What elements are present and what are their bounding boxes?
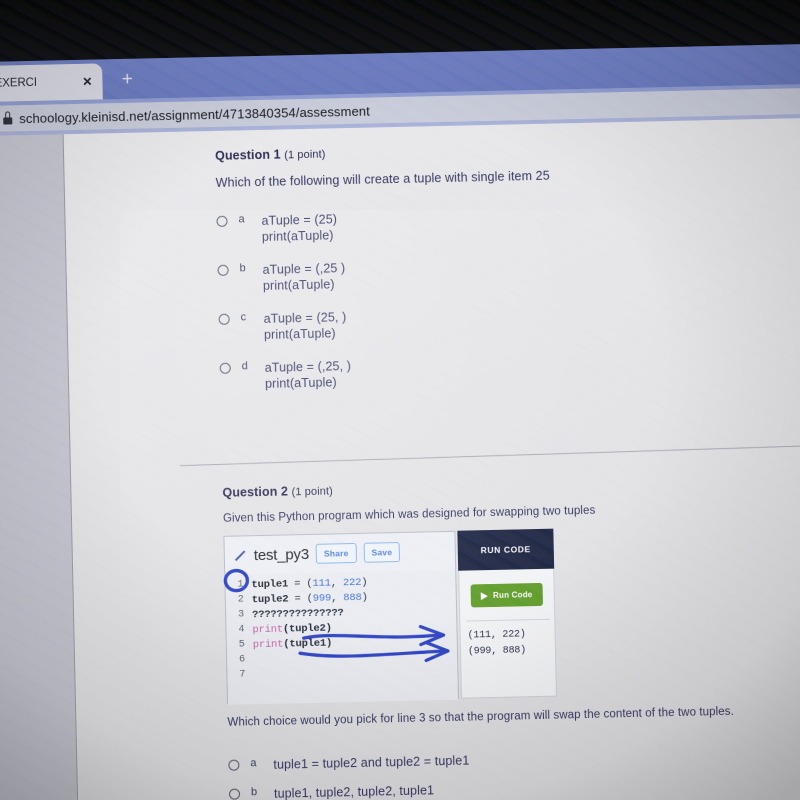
question-1-option-a[interactable]: a aTuple = (25) print(aTuple) [216, 201, 800, 246]
code-token: , [330, 576, 344, 590]
question-1-prompt: Which of the following will create a tup… [215, 168, 550, 190]
question-1-points: (1 point) [284, 148, 326, 162]
question-2-option-b[interactable]: b tuple1, tuple2, tuple2, tuple1 [228, 773, 800, 800]
line-number: 7 [239, 669, 246, 681]
option-letter: b [250, 785, 258, 798]
option-text: tuple1, tuple2, tuple2, tuple1 [273, 782, 435, 800]
option-text: aTuple = (25) print(aTuple) [261, 212, 338, 244]
line-number: 4 [238, 624, 245, 636]
browser-tab-title: nd LISTS EXERCI [0, 76, 38, 91]
line-number: 3 [237, 609, 245, 621]
browser-tab[interactable]: nd LISTS EXERCI ✕ [0, 63, 103, 104]
code-token: = ( [287, 577, 313, 590]
option-letter: b [239, 262, 246, 275]
line-number: 2 [237, 594, 244, 606]
question-2-block: Question 2 (1 point) Given this Python p… [222, 473, 800, 528]
code-filename: test_py3 [253, 545, 310, 564]
question-1-options: a aTuple = (25) print(aTuple) b aTuple =… [216, 201, 800, 393]
option-letter: a [238, 213, 245, 226]
option-text: aTuple = (,25 ) print(aTuple) [262, 261, 346, 293]
output-separator [466, 618, 551, 622]
page-body: Question 1 (1 point) Which of the follow… [0, 117, 800, 800]
question-2-heading: Question 2 (1 point) [222, 473, 800, 500]
run-code-button-label: Run Code [492, 590, 533, 600]
code-text-area[interactable]: 1 tuple1 = (111, 222) 2 tuple2 = (999, 8… [225, 569, 459, 705]
lock-icon [3, 111, 13, 125]
radio-button[interactable] [219, 362, 231, 374]
code-token: , [330, 591, 344, 605]
radio-button[interactable] [228, 788, 241, 800]
question-2-followup: Which choice would you pick for line 3 s… [227, 705, 735, 729]
code-token: 888 [343, 591, 362, 604]
question-1-option-d[interactable]: d aTuple = (,25, ) print(aTuple) [219, 348, 800, 393]
new-tab-icon[interactable]: + [116, 68, 138, 90]
code-token: 111 [312, 577, 331, 590]
question-2-option-a[interactable]: a tuple1 = tuple2 and tuple2 = tuple1 [228, 744, 800, 773]
code-token: ) [361, 576, 368, 589]
code-token: tuple2 [251, 592, 289, 606]
question-1-block: Question 1 (1 point) Which of the follow… [215, 136, 800, 410]
question-1-title: Question 1 [214, 147, 281, 163]
run-code-button[interactable]: Run Code [470, 582, 543, 608]
question-divider [179, 443, 800, 467]
radio-button[interactable] [228, 759, 240, 771]
code-token: print [252, 638, 284, 651]
option-text: tuple1 = tuple2 and tuple2 = tuple1 [273, 753, 470, 772]
output-line: (999, 888) [467, 645, 527, 658]
radio-button[interactable] [218, 313, 230, 325]
code-token: ??????????????? [251, 606, 344, 621]
code-token: ) [361, 591, 368, 604]
code-token: 999 [312, 592, 332, 605]
code-editor-widget: test_py3 Share Save 1 tuple1 = (111, 222… [223, 528, 557, 705]
code-token: print [252, 623, 284, 636]
option-text: aTuple = (25, ) print(aTuple) [263, 309, 347, 342]
code-editor-toolbar: test_py3 Share Save [224, 531, 456, 575]
output-panel: Run Code (111, 222) (999, 888) [458, 568, 557, 699]
question-2-title: Question 2 [222, 484, 289, 500]
screenshot-photo: nd LISTS EXERCI ✕ + schoology.kleinisd.n… [0, 0, 800, 800]
question-1-option-c[interactable]: c aTuple = (25, ) print(aTuple) [218, 299, 800, 344]
question-2-options: a tuple1 = tuple2 and tuple2 = tuple1 b … [228, 744, 800, 800]
option-letter: c [240, 311, 247, 324]
share-button[interactable]: Share [315, 542, 357, 564]
option-text: aTuple = (,25, ) print(aTuple) [264, 358, 352, 391]
screen-surface: nd LISTS EXERCI ✕ + schoology.kleinisd.n… [0, 43, 800, 800]
option-letter: d [241, 360, 248, 373]
pencil-icon [234, 549, 247, 562]
line-number: 6 [238, 654, 246, 666]
play-icon [480, 591, 489, 600]
question-2-prompt: Given this Python program which was desi… [222, 504, 596, 525]
output-line: (111, 222) [467, 629, 526, 642]
question-2-points: (1 point) [291, 485, 334, 499]
question-2-followup-block: Which choice would you pick for line 3 s… [227, 703, 800, 800]
assessment-content: Question 1 (1 point) Which of the follow… [64, 117, 800, 800]
radio-button[interactable] [217, 264, 229, 276]
run-code-header: RUN CODE [457, 528, 555, 571]
code-editor-panel: test_py3 Share Save 1 tuple1 = (111, 222… [223, 530, 460, 705]
save-button[interactable]: Save [363, 541, 401, 563]
line-number: 5 [238, 639, 245, 651]
code-token: (tuple1) [283, 637, 333, 651]
close-icon[interactable]: ✕ [82, 75, 92, 89]
code-token: tuple1 [251, 577, 289, 591]
code-token: = ( [288, 592, 313, 605]
line-number: 1 [237, 579, 244, 591]
radio-button[interactable] [216, 215, 228, 227]
code-token: 222 [342, 576, 362, 589]
run-code-header-label: RUN CODE [480, 544, 531, 556]
address-bar-url: schoology.kleinisd.net/assignment/471384… [19, 103, 371, 126]
question-1-option-b[interactable]: b aTuple = (,25 ) print(aTuple) [217, 250, 800, 295]
code-token: (tuple2) [282, 622, 332, 636]
question-1-heading: Question 1 (1 point) [215, 136, 800, 163]
option-letter: a [250, 756, 257, 769]
